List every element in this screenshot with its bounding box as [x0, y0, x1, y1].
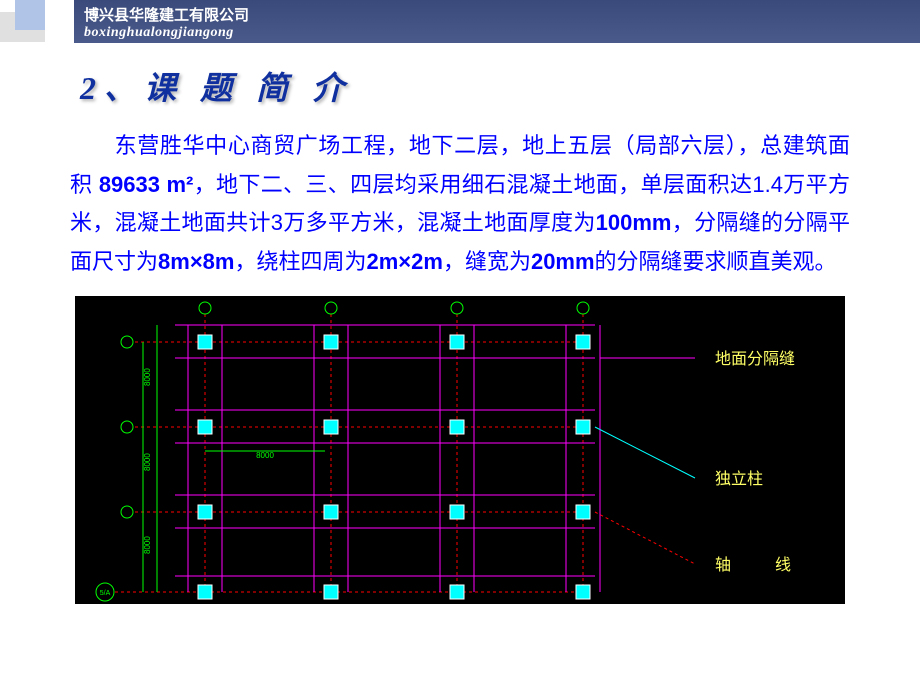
text-area: 89633 m² — [99, 172, 194, 197]
section-title: 2、课 题 简 介 — [80, 63, 840, 109]
corner-decoration — [0, 0, 74, 42]
text-1c: ，混凝土地面共计 — [92, 210, 270, 235]
company-name-cn: 博兴县华隆建工有限公司 — [84, 4, 910, 25]
text-1h: 的分隔缝要求顺直美观。 — [595, 249, 837, 274]
text-column-size: 2m×2m — [366, 249, 442, 274]
text-total-area: 3万多平方米 — [271, 210, 395, 235]
svg-text:地面分隔缝: 地面分隔缝 — [715, 350, 795, 368]
text-1f: ，绕柱四周为 — [234, 249, 366, 274]
diagram-container: 5/A 8000 8000 8 — [75, 296, 845, 604]
title-section: 2、课 题 简 介 — [0, 63, 920, 109]
text-1d: ，混凝土地面厚度为 — [395, 210, 596, 235]
corner-blue-box — [15, 0, 45, 30]
svg-text:8000: 8000 — [143, 536, 152, 554]
floor-plan-diagram: 5/A 8000 8000 8 — [75, 296, 845, 604]
svg-text:轴: 轴 — [715, 556, 731, 574]
columns-group — [198, 335, 590, 599]
svg-text:独立柱: 独立柱 — [715, 470, 763, 488]
content-paragraph: 东营胜华中心商贸广场工程，地下二层，地上五层（局部六层），总建筑面积 89633… — [0, 109, 920, 291]
header-bar: 博兴县华隆建工有限公司 boxinghualongjiangong — [74, 0, 920, 43]
company-name-en: boxinghualongjiangong — [84, 25, 910, 41]
text-grid-size: 8m×8m — [158, 249, 234, 274]
text-1g: ，缝宽为 — [443, 249, 531, 274]
svg-text:8000: 8000 — [143, 453, 152, 471]
svg-text:5/A: 5/A — [100, 590, 111, 597]
svg-text:线: 线 — [775, 556, 791, 574]
text-seam-width: 20mm — [531, 249, 595, 274]
text-1b: ，地下二、三、四层均采用细石混凝土地面，单层面积达 — [193, 172, 752, 197]
svg-text:8000: 8000 — [256, 451, 274, 460]
svg-text:8000: 8000 — [143, 368, 152, 386]
text-thickness: 100mm — [596, 210, 672, 235]
